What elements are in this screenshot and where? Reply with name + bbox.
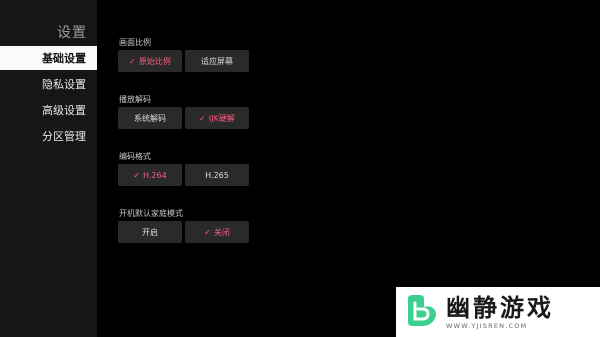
sidebar-item-advanced-settings[interactable]: 高级设置 — [0, 98, 97, 122]
option-label: H.264 — [143, 170, 167, 180]
watermark-name: 幽静游戏 — [446, 293, 554, 322]
watermark: 幽静游戏 WWW.YJISREN.COM — [396, 287, 600, 337]
option-label: 关闭 — [213, 227, 230, 237]
fit-screen-button[interactable]: 适应屏幕 — [185, 50, 249, 72]
original-ratio-button[interactable]: ✓ 原始比例 — [118, 50, 182, 72]
option-label: H.265 — [205, 170, 229, 180]
codec-heading: 编码格式 — [119, 152, 151, 161]
option-label: 原始比例 — [138, 56, 171, 66]
system-decoding-button[interactable]: 系统解码 — [118, 107, 182, 129]
aspect-ratio-options: ✓ 原始比例 适应屏幕 — [118, 50, 249, 72]
check-icon: ✓ — [204, 227, 211, 237]
check-icon: ✓ — [129, 56, 136, 66]
option-label: 系统解码 — [134, 113, 166, 123]
sidebar-item-label: 基础设置 — [42, 52, 86, 65]
decoding-options: 系统解码 ✓ IJK硬解 — [118, 107, 249, 129]
option-label: IJK硬解 — [208, 113, 235, 123]
codec-options: ✓ H.264 H.265 — [118, 164, 249, 186]
watermark-text: 幽静游戏 WWW.YJISREN.COM — [446, 295, 554, 330]
sidebar-item-label: 高级设置 — [42, 104, 86, 117]
sidebar-item-label: 隐私设置 — [42, 78, 86, 91]
family-mode-heading: 开机默认家庭模式 — [119, 209, 183, 218]
check-icon: ✓ — [199, 113, 206, 123]
h265-button[interactable]: H.265 — [185, 164, 249, 186]
family-mode-options: 开启 ✓ 关闭 — [118, 221, 249, 243]
family-mode-on-button[interactable]: 开启 — [118, 221, 182, 243]
aspect-ratio-heading: 画面比例 — [119, 38, 151, 47]
sidebar-item-label: 分区管理 — [42, 130, 86, 143]
sidebar-item-basic-settings[interactable]: 基础设置 — [0, 46, 97, 70]
family-mode-off-button[interactable]: ✓ 关闭 — [185, 221, 249, 243]
decoding-heading: 播放解码 — [119, 95, 151, 104]
check-icon: ✓ — [133, 170, 140, 180]
watermark-logo-icon — [408, 295, 436, 326]
sidebar-item-privacy-settings[interactable]: 隐私设置 — [0, 72, 97, 96]
ijk-hardware-decoding-button[interactable]: ✓ IJK硬解 — [185, 107, 249, 129]
sidebar-nav: 基础设置 隐私设置 高级设置 分区管理 — [0, 46, 97, 150]
sidebar-item-partition-management[interactable]: 分区管理 — [0, 124, 97, 148]
option-label: 适应屏幕 — [201, 56, 233, 66]
option-label: 开启 — [142, 227, 158, 237]
watermark-url: WWW.YJISREN.COM — [446, 321, 528, 330]
settings-title: 设置 — [57, 25, 87, 41]
sidebar: 设置 基础设置 隐私设置 高级设置 分区管理 — [0, 0, 97, 337]
h264-button[interactable]: ✓ H.264 — [118, 164, 182, 186]
